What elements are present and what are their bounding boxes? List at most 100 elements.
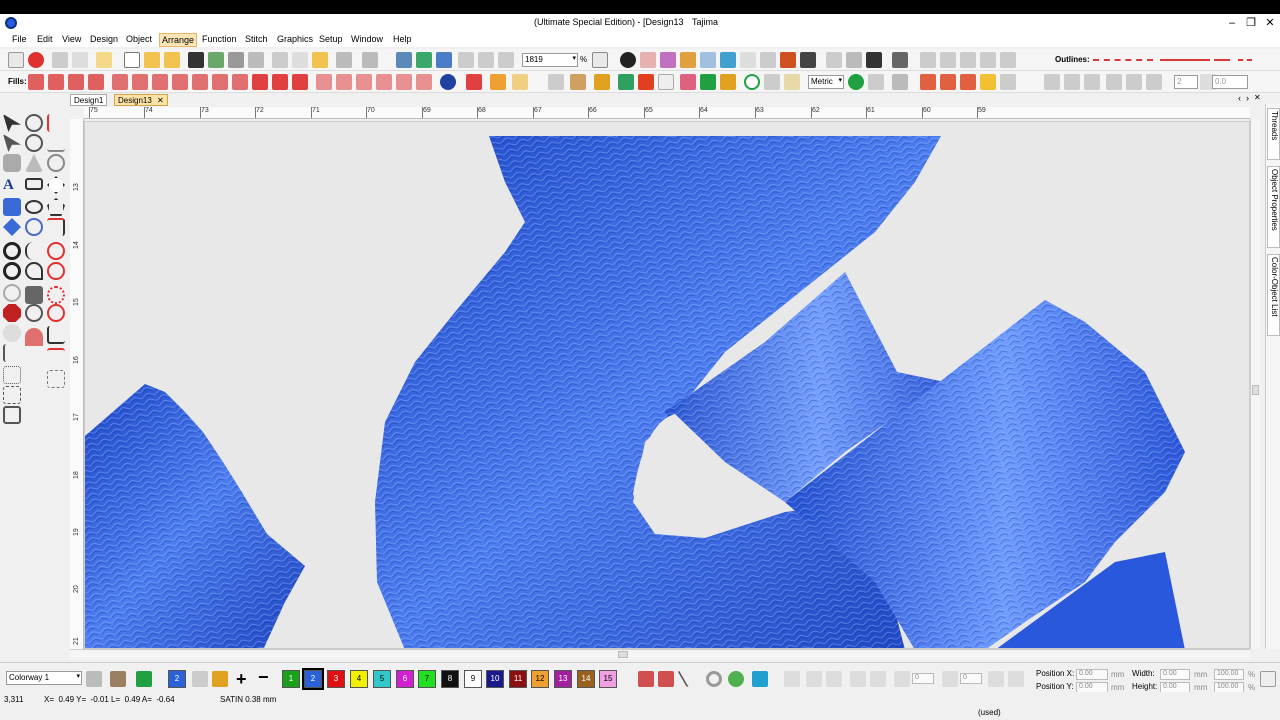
palette-icon[interactable] [660,52,676,68]
color-swatch-9[interactable]: 9 [464,670,482,688]
color-swatch-7[interactable]: 7 [418,670,436,688]
stitch-edit-icon[interactable] [3,154,21,172]
fill-pattern-5-icon[interactable] [192,74,208,90]
fill-motif-4-icon[interactable] [376,74,392,90]
fill-grid-icon[interactable] [764,74,780,90]
text-tool-icon[interactable]: A [3,176,21,194]
color-swatch-12[interactable]: 12 [531,670,549,688]
fill-pattern-6-icon[interactable] [212,74,228,90]
menu-file[interactable]: File [10,34,29,44]
applique-icon[interactable] [3,218,21,236]
fill-tile-icon[interactable] [784,74,800,90]
fill-sparkle-icon[interactable] [548,74,564,90]
zoom-combo[interactable]: 1819 ▾ [522,53,578,67]
app-logo-icon[interactable] [5,17,17,29]
corner-icon[interactable] [47,326,65,344]
stop-icon[interactable] [3,304,21,322]
tab-color-object-list[interactable]: Color-Object List [1267,254,1280,336]
gear-tool-icon[interactable] [25,286,43,304]
ungroup-icon[interactable] [940,52,956,68]
rectangle-tool-icon[interactable] [25,178,43,190]
outline-dash-icon[interactable] [1093,59,1153,61]
flip-icon[interactable] [1146,74,1162,90]
sort-colors-icon[interactable] [638,671,654,687]
loop-icon[interactable] [25,262,43,280]
color-swatch-3[interactable]: 3 [327,670,345,688]
current-color-swatch[interactable]: 2 [168,670,186,688]
tab-design1[interactable]: Design1 [70,94,108,106]
v-scroll-thumb[interactable] [1252,385,1259,395]
fill-pattern-4-icon[interactable] [172,74,188,90]
save-icon[interactable] [188,52,204,68]
knife-icon[interactable] [47,134,65,152]
hoop-view-icon[interactable] [720,52,736,68]
color-swatch-11[interactable]: 11 [509,670,527,688]
vertical-scrollbar[interactable] [1250,119,1260,649]
thread-spool-icon[interactable] [752,671,768,687]
outline-more-icon[interactable] [1238,59,1252,61]
menu-setup[interactable]: Setup [317,34,345,44]
group-icon[interactable] [920,52,936,68]
fill-circle-icon[interactable] [744,74,760,90]
marquee-icon[interactable] [3,386,21,404]
tab-next-icon[interactable]: › [1246,93,1249,103]
fill-motif-5-icon[interactable] [396,74,412,90]
dot-grid-icon[interactable] [3,366,21,384]
wizard-icon[interactable] [28,52,44,68]
browse-icon[interactable] [164,52,180,68]
design-canvas[interactable] [84,121,1250,649]
spin-box-1[interactable]: 2 [1174,75,1198,89]
slow-redraw-icon[interactable] [416,52,432,68]
fill-cross-2-icon[interactable] [940,74,956,90]
rotate-field[interactable]: 0 [912,673,934,684]
menu-design[interactable]: Design [88,34,120,44]
compass-icon[interactable] [47,304,65,322]
fill-motif-2-icon[interactable] [336,74,352,90]
menu-view[interactable]: View [60,34,83,44]
layers-icon[interactable] [826,52,842,68]
select-arrow-icon[interactable] [3,114,21,132]
fill-brush-icon[interactable] [490,74,506,90]
mirror-v-icon[interactable] [1008,671,1024,687]
fill-cross-4-icon[interactable] [980,74,996,90]
fill-pattern-1-icon[interactable] [112,74,128,90]
cut-icon[interactable] [272,52,288,68]
tab-close-icon[interactable]: ✕ [157,96,164,105]
close-button[interactable]: ✕ [1262,15,1278,31]
units-combo[interactable]: Metric ▾ [808,75,844,89]
position-x-field[interactable]: 0.00 [1076,669,1108,680]
blade-icon[interactable] [25,304,43,322]
color-swatch-8[interactable]: 8 [441,670,459,688]
slant-icon[interactable] [942,671,958,687]
info-icon[interactable] [620,52,636,68]
fill-zigzag-icon[interactable] [28,74,44,90]
transform-5-icon[interactable] [870,671,886,687]
pen-icon[interactable] [47,114,65,132]
align-right-icon[interactable] [1084,74,1100,90]
transform-2-icon[interactable] [806,671,822,687]
clipboard-icon[interactable] [96,52,112,68]
fill-pattern-10-icon[interactable] [292,74,308,90]
freehand-icon[interactable] [25,242,43,260]
threads-icon[interactable] [680,52,696,68]
home-icon[interactable] [8,52,24,68]
colorway-list-icon[interactable] [86,671,102,687]
eyedropper-icon[interactable] [192,671,208,687]
horizontal-scrollbar[interactable] [70,649,1250,659]
fill-swirl-icon[interactable] [848,74,864,90]
shape-icon[interactable] [25,154,43,172]
colorway-select[interactable]: Colorway 1 ▾ [6,671,82,685]
menu-edit[interactable]: Edit [35,34,55,44]
dotted-circle-icon[interactable] [47,286,65,304]
color-swatch-6[interactable]: 6 [396,670,414,688]
fill-wave-icon[interactable] [68,74,84,90]
design-props-icon[interactable] [640,52,656,68]
color-swatch-5[interactable]: 5 [373,670,391,688]
fill-ribbon-icon[interactable] [594,74,610,90]
paint-bucket-icon[interactable] [212,671,228,687]
stitch-player-icon[interactable] [396,52,412,68]
scan-icon[interactable] [846,52,862,68]
node-edit-icon[interactable] [3,134,21,152]
hoop-icon[interactable] [52,52,68,68]
undo-icon[interactable] [336,52,352,68]
